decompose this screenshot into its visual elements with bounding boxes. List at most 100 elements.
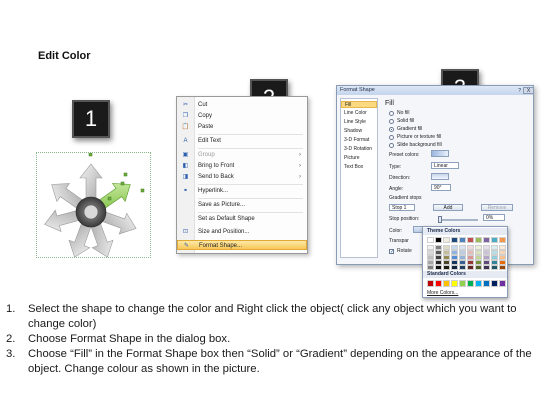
- standard-color-swatch[interactable]: [483, 280, 490, 287]
- type-select[interactable]: Linear: [431, 162, 459, 169]
- standard-color-swatch[interactable]: [427, 280, 434, 287]
- standard-color-swatch[interactable]: [451, 280, 458, 287]
- step-number: 3.: [6, 348, 16, 360]
- copy-icon: ❐: [182, 113, 189, 119]
- nav-item-3d-rotation[interactable]: 3-D Rotation: [341, 146, 377, 153]
- menu-item-label: Save as Picture...: [198, 202, 246, 208]
- theme-color-swatch[interactable]: [427, 237, 434, 243]
- menu-item-hyperlink[interactable]: ⚭ Hyperlink...: [177, 186, 307, 196]
- theme-color-swatch[interactable]: [459, 237, 466, 243]
- theme-color-swatch[interactable]: [491, 237, 498, 243]
- theme-color-swatch[interactable]: [435, 237, 442, 243]
- menu-item-set-default-shape[interactable]: Set as Default Shape: [177, 214, 307, 224]
- dialog-title: Format Shape: [340, 87, 375, 93]
- direction-label: Direction:: [389, 175, 411, 181]
- standard-color-swatch[interactable]: [491, 280, 498, 287]
- menu-item-cut[interactable]: ✂ Cut: [177, 100, 307, 110]
- theme-color-swatch[interactable]: [451, 237, 458, 243]
- submenu-arrow-icon: ›: [299, 152, 301, 158]
- theme-color-swatch[interactable]: [467, 237, 474, 243]
- standard-color-swatch[interactable]: [443, 280, 450, 287]
- theme-color-shade-swatch[interactable]: [499, 265, 506, 270]
- solid-fill-radio[interactable]: [389, 119, 394, 124]
- menu-item-paste[interactable]: 📋 Paste: [177, 122, 307, 132]
- preset-colors-label: Preset colors:: [389, 152, 420, 158]
- group-icon: ▣: [182, 152, 189, 158]
- menu-item-send-to-back[interactable]: ◨ Send to Back ›: [177, 172, 307, 182]
- stop-select[interactable]: Stop 1: [389, 204, 415, 211]
- standard-color-swatch[interactable]: [475, 280, 482, 287]
- slider-thumb[interactable]: [438, 216, 442, 223]
- picture-fill-label: Picture or texture fill: [397, 134, 442, 140]
- menu-item-label: Send to Back: [198, 174, 234, 180]
- standard-color-swatch[interactable]: [459, 280, 466, 287]
- theme-color-swatch[interactable]: [475, 237, 482, 243]
- nav-item-3d-format[interactable]: 3-D Format: [341, 137, 377, 144]
- direction-dropdown[interactable]: [431, 173, 449, 180]
- color-label: Color:: [389, 228, 403, 234]
- menu-item-copy[interactable]: ❐ Copy: [177, 111, 307, 121]
- theme-color-shade-swatch[interactable]: [475, 265, 482, 270]
- nav-item-shadow[interactable]: Shadow: [341, 128, 377, 135]
- theme-color-shade-swatch[interactable]: [435, 265, 442, 270]
- menu-item-size-and-position[interactable]: ⊡ Size and Position...: [177, 227, 307, 237]
- gradient-fill-radio[interactable]: [389, 127, 394, 132]
- nav-item-fill[interactable]: Fill: [341, 101, 377, 108]
- theme-color-shade-swatch[interactable]: [483, 265, 490, 270]
- preset-colors-dropdown[interactable]: [431, 150, 449, 157]
- theme-color-swatch[interactable]: [443, 237, 450, 243]
- stop-position-slider[interactable]: [438, 216, 478, 223]
- theme-color-swatch[interactable]: [499, 237, 506, 243]
- instruction-list: 1. Select the shape to change the color …: [6, 302, 554, 377]
- no-fill-radio[interactable]: [389, 111, 394, 116]
- hyperlink-icon: ⚭: [182, 188, 189, 194]
- page-title: Edit Color: [38, 50, 91, 62]
- slide-background-fill-radio[interactable]: [389, 143, 394, 148]
- add-stop-button[interactable]: Add: [433, 204, 463, 211]
- menu-item-group[interactable]: ▣ Group ›: [177, 150, 307, 160]
- theme-color-shade-swatch[interactable]: [467, 265, 474, 270]
- arrow-burst-shape-icon[interactable]: [37, 152, 152, 259]
- step-text: Choose “Fill” in the Format Shape box th…: [28, 348, 532, 375]
- menu-item-label: Copy: [198, 113, 213, 119]
- solid-fill-label: Solid fill: [397, 118, 415, 124]
- nav-item-line-style[interactable]: Line Style: [341, 119, 377, 126]
- standard-color-swatch[interactable]: [467, 280, 474, 287]
- menu-separator: [198, 212, 303, 213]
- rotate-with-shape-checkbox[interactable]: ✓: [389, 249, 394, 255]
- remove-stop-button[interactable]: Remove: [481, 204, 513, 211]
- paste-icon: 📋: [181, 124, 190, 130]
- angle-input[interactable]: 90°: [431, 184, 451, 191]
- stop-position-input[interactable]: 0%: [483, 214, 505, 221]
- step-number: 2.: [6, 333, 16, 345]
- nav-item-picture[interactable]: Picture: [341, 155, 377, 162]
- more-colors-link[interactable]: More Colors...: [427, 290, 458, 296]
- instruction-step-1: 1. Select the shape to change the color …: [6, 302, 554, 332]
- theme-color-shade-swatch[interactable]: [451, 265, 458, 270]
- close-button[interactable]: X: [523, 87, 533, 94]
- picture-fill-radio[interactable]: [389, 135, 394, 140]
- theme-colors-label: Theme Colors: [423, 228, 507, 235]
- nav-item-line-color[interactable]: Line Color: [341, 110, 377, 117]
- menu-item-edit-text[interactable]: A Edit Text: [177, 136, 307, 146]
- gradient-fill-label: Gradient fill: [397, 126, 423, 132]
- step-badge-1: 1: [72, 100, 110, 138]
- help-button[interactable]: ?: [518, 87, 521, 96]
- stop-position-label: Stop position:: [389, 216, 420, 222]
- theme-color-shade-swatch[interactable]: [427, 265, 434, 270]
- submenu-arrow-icon: ›: [299, 163, 301, 169]
- theme-color-shade-swatch[interactable]: [443, 265, 450, 270]
- theme-color-shade-swatch[interactable]: [459, 265, 466, 270]
- standard-color-swatch[interactable]: [499, 280, 506, 287]
- standard-color-swatch[interactable]: [435, 280, 442, 287]
- menu-item-bring-to-front[interactable]: ◧ Bring to Front ›: [177, 161, 307, 171]
- nav-item-text-box[interactable]: Text Box: [341, 164, 377, 171]
- theme-color-shade-swatch[interactable]: [491, 265, 498, 270]
- format-category-list: Fill Line Color Line Style Shadow 3-D Fo…: [340, 98, 378, 258]
- selected-shape-panel[interactable]: [36, 152, 151, 258]
- theme-color-swatch[interactable]: [483, 237, 490, 243]
- menu-item-format-shape[interactable]: ✎ Format Shape...: [177, 240, 307, 250]
- menu-item-save-as-picture[interactable]: Save as Picture...: [177, 200, 307, 210]
- menu-item-label: Cut: [198, 102, 208, 108]
- menu-item-label: Size and Position...: [198, 229, 250, 235]
